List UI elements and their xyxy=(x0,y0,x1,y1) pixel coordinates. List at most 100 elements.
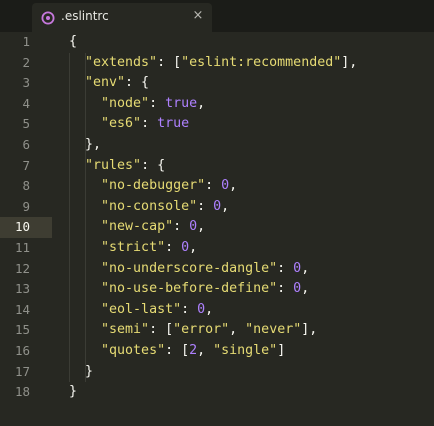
code-area[interactable]: { "extends": ["eslint:recommended"], "en… xyxy=(52,32,434,426)
code-editor[interactable]: 1 2 3 4 5 6 7 8 9 10 11 12 13 14 15 16 17 18 { "extends":… xyxy=(0,32,434,426)
code-line[interactable]: "es6": true xyxy=(52,114,434,135)
code-token: , xyxy=(197,342,214,358)
code-token: : xyxy=(197,198,214,214)
line-number: 9 xyxy=(22,198,30,214)
code-token: ], xyxy=(301,322,318,338)
line-number: 5 xyxy=(22,116,30,132)
code-token: ], xyxy=(341,54,358,70)
indent-guide xyxy=(69,52,70,383)
code-line[interactable]: "strict": 0, xyxy=(52,238,434,259)
code-token: "eol-last" xyxy=(101,301,182,317)
code-token: { xyxy=(69,34,78,49)
code-token: : xyxy=(277,260,294,276)
code-token: }, xyxy=(85,136,102,152)
code-token: 2 xyxy=(189,342,198,358)
code-token: "extends" xyxy=(85,54,158,70)
indent-guide xyxy=(85,52,86,383)
code-line[interactable]: "no-console": 0, xyxy=(52,197,434,218)
code-token: } xyxy=(69,384,78,400)
line-number: 4 xyxy=(22,95,30,111)
code-line[interactable]: }, xyxy=(52,135,434,156)
code-token: "no-underscore-dangle" xyxy=(101,260,278,276)
code-token: "eslint:recommended" xyxy=(181,54,342,70)
code-token: : { xyxy=(125,75,150,91)
code-line[interactable]: "no-underscore-dangle": 0, xyxy=(52,259,434,280)
code-token: 0 xyxy=(293,260,302,276)
code-token: , xyxy=(301,281,310,297)
code-token: : xyxy=(181,301,198,317)
code-token: "no-debugger" xyxy=(101,178,206,194)
code-token: "single" xyxy=(213,342,278,358)
code-token: , xyxy=(229,322,246,338)
code-token: : [ xyxy=(157,54,182,70)
line-number: 3 xyxy=(22,75,30,91)
code-token: "error" xyxy=(173,322,230,338)
line-number: 8 xyxy=(22,178,30,194)
code-line[interactable]: { xyxy=(52,32,434,53)
code-token: "semi" xyxy=(101,322,150,338)
code-token: 0 xyxy=(197,301,206,317)
code-token: "quotes" xyxy=(101,342,166,358)
code-line[interactable]: "no-debugger": 0, xyxy=(52,176,434,197)
tab-title: .eslintrc xyxy=(61,9,109,23)
code-token: : xyxy=(149,95,166,111)
code-token: : xyxy=(205,178,222,194)
line-number: 13 xyxy=(14,281,30,297)
code-line[interactable]: "rules": { xyxy=(52,156,434,177)
code-line[interactable]: "env": { xyxy=(52,73,434,94)
code-token: "env" xyxy=(85,75,126,91)
line-number: 15 xyxy=(14,322,30,338)
code-line[interactable]: } xyxy=(52,382,434,403)
code-token: 0 xyxy=(181,239,190,255)
code-token: , xyxy=(221,198,230,214)
code-token: : xyxy=(173,219,190,235)
code-token: 0 xyxy=(221,178,230,194)
gear-icon xyxy=(41,10,55,25)
code-token: , xyxy=(197,95,206,111)
code-token: 0 xyxy=(213,198,222,214)
code-line[interactable]: "semi": ["error", "never"], xyxy=(52,320,434,341)
code-line[interactable]: "quotes": [2, "single"] xyxy=(52,341,434,362)
code-token: , xyxy=(197,219,206,235)
close-icon[interactable]: × xyxy=(190,8,206,24)
code-token: , xyxy=(301,260,310,276)
code-token: , xyxy=(189,239,198,255)
code-line[interactable]: "node": true, xyxy=(52,94,434,115)
line-number: 1 xyxy=(22,34,30,49)
code-token: : xyxy=(277,281,294,297)
code-token: 0 xyxy=(189,219,198,235)
code-token: : xyxy=(165,239,182,255)
code-token: true xyxy=(165,95,198,111)
code-line[interactable]: "extends": ["eslint:recommended"], xyxy=(52,53,434,74)
line-number-gutter: 1 2 3 4 5 6 7 8 9 10 11 12 13 14 15 16 17 18 xyxy=(0,32,52,426)
code-line[interactable]: } xyxy=(52,362,434,383)
line-number: 16 xyxy=(14,342,30,358)
code-token: ] xyxy=(277,342,286,358)
line-number: 12 xyxy=(14,260,30,276)
code-token: : [ xyxy=(149,322,174,338)
code-token: "rules" xyxy=(85,157,142,173)
tab-bar: .eslintrc × xyxy=(0,0,434,32)
code-token: "never" xyxy=(245,322,302,338)
tab-eslintrc[interactable]: .eslintrc × xyxy=(32,3,212,32)
code-token: : { xyxy=(141,157,166,173)
code-line[interactable]: "new-cap": 0, xyxy=(52,217,434,238)
code-token: , xyxy=(205,301,214,317)
code-token: "node" xyxy=(101,95,150,111)
code-token: 0 xyxy=(293,281,302,297)
code-token: } xyxy=(85,363,94,379)
code-line[interactable]: "no-use-before-define": 0, xyxy=(52,279,434,300)
code-token: "new-cap" xyxy=(101,219,174,235)
code-token: "es6" xyxy=(101,116,142,132)
line-number: 17 xyxy=(14,363,30,379)
code-token: "no-use-before-define" xyxy=(101,281,278,297)
line-number: 6 xyxy=(22,136,30,152)
code-line[interactable]: "eol-last": 0, xyxy=(52,300,434,321)
code-token: true xyxy=(157,116,190,132)
code-token: : xyxy=(141,116,158,132)
code-token: "strict" xyxy=(101,239,166,255)
line-number: 2 xyxy=(22,54,30,70)
code-token: : [ xyxy=(165,342,190,358)
